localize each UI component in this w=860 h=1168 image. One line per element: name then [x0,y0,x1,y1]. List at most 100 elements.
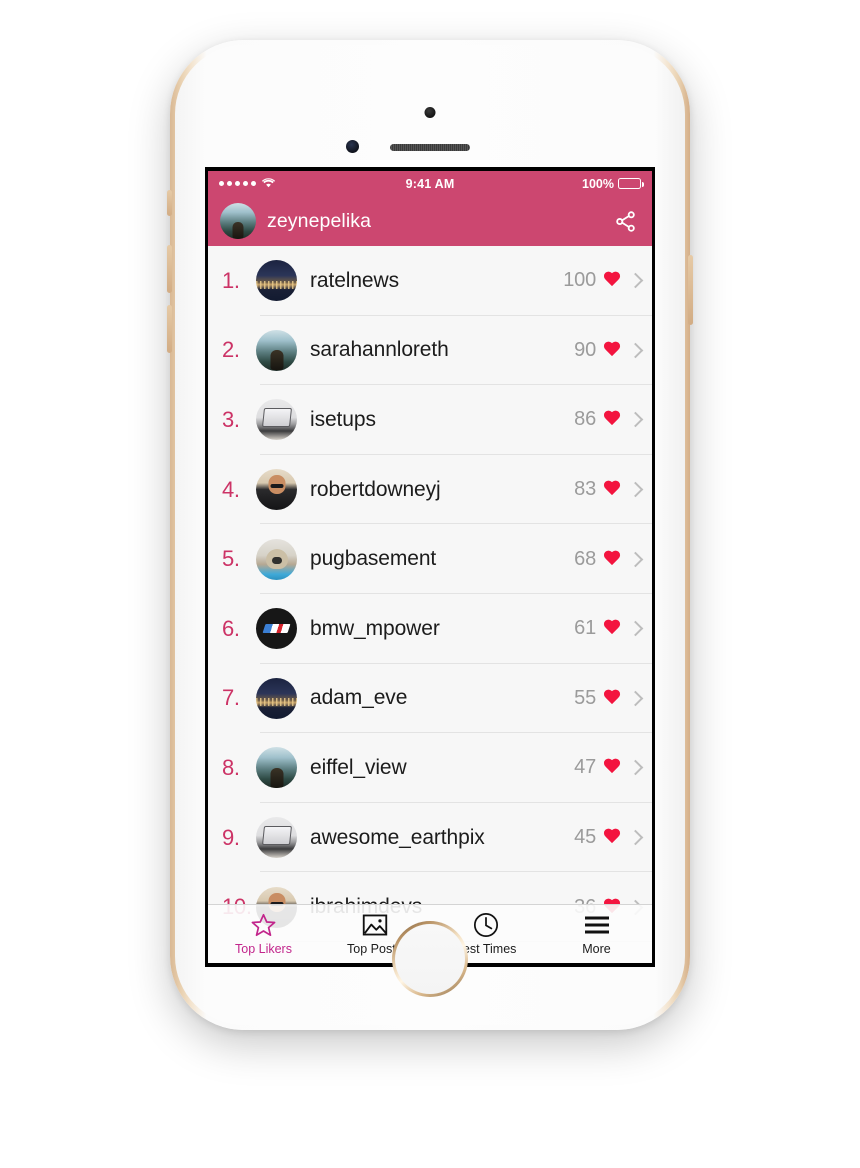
app-header: zeynepelika [208,196,652,246]
battery-icon [618,178,644,189]
username-label: pugbasement [310,547,437,571]
like-count-group: 90 [574,338,644,362]
user-avatar[interactable] [256,677,297,719]
rank-number: 3. [222,406,240,432]
like-count: 47 [574,756,596,779]
list-item[interactable]: 6. bmw_mpower 61 [208,593,652,664]
tab-more[interactable]: More [541,905,652,963]
like-count-group: 55 [574,686,644,710]
list-item[interactable]: 3. isetups 86 [208,385,652,455]
heart-icon [603,829,621,846]
like-count: 68 [574,547,596,570]
rank-number: 2. [222,337,240,363]
like-count: 61 [574,617,596,640]
share-icon[interactable] [610,206,640,236]
tab-label: Top Likers [235,942,292,956]
like-count-group: 100 [563,269,644,292]
username-label: sarahannloreth [310,338,449,362]
signal-strength-icon [219,181,256,186]
list-item[interactable]: 9. awesome_earthpix 45 [208,802,652,873]
list-item[interactable]: 5. pugbasement 68 [208,524,652,594]
proximity-sensor-icon [346,140,359,153]
like-count-group: 47 [574,756,644,779]
list-item[interactable]: 2. sarahannloreth 90 [208,315,652,386]
like-count-group: 83 [574,478,644,501]
like-count: 100 [563,269,596,292]
user-avatar[interactable] [256,817,297,859]
phone-body: 9:41 AM 100% zeynepelika 1. ratelnews 10… [175,45,685,1025]
like-count: 90 [574,338,596,361]
user-avatar[interactable] [256,538,297,580]
rank-number: 1. [222,267,240,293]
like-count-group: 68 [574,547,644,571]
tab-top-likers[interactable]: Top Likers [208,905,319,963]
heart-icon [603,272,621,289]
earpiece-speaker [390,144,470,151]
chevron-right-icon[interactable] [627,342,644,359]
username-label: robertdowneyj [310,477,441,501]
front-camera-icon [424,107,436,118]
chevron-right-icon[interactable] [627,690,644,707]
wifi-icon [261,177,276,191]
like-count-group: 45 [574,826,644,849]
app-screen: 9:41 AM 100% zeynepelika 1. ratelnews 10… [208,171,652,963]
menu-icon [583,912,611,938]
iphone-device: 9:41 AM 100% zeynepelika 1. ratelnews 10… [167,40,693,1030]
chevron-right-icon[interactable] [627,551,644,567]
heart-icon [603,342,621,359]
heart-icon [603,481,621,498]
chevron-right-icon[interactable] [627,273,644,289]
power-button[interactable] [688,255,693,325]
list-item[interactable]: 7. adam_eve 55 [208,663,652,734]
top-likers-list[interactable]: 1. ratelnews 100 2. sarahannloreth 90 3. isetup… [208,246,652,963]
heart-icon [603,690,621,707]
username-label: bmw_mpower [310,616,440,640]
username-label: eiffel_view [310,755,407,779]
username-label: ratelnews [310,268,399,292]
rank-number: 5. [222,546,240,572]
user-avatar[interactable] [256,608,297,650]
rank-number: 7. [222,685,240,711]
username-label: adam_eve [310,686,408,710]
like-count: 83 [574,478,596,501]
header-username: zeynepelika [267,209,372,232]
rank-number: 4. [222,476,240,502]
chevron-right-icon[interactable] [627,412,644,428]
status-bar: 9:41 AM 100% [208,171,652,196]
username-label: isetups [310,407,376,431]
rank-number: 8. [222,754,240,780]
tab-label: More [582,942,611,956]
battery-percent-label: 100% [582,176,614,191]
user-avatar[interactable] [256,469,297,511]
photo-icon [362,912,388,938]
user-avatar[interactable] [256,399,297,441]
chevron-right-icon[interactable] [627,760,644,776]
home-button[interactable] [392,921,468,997]
status-bar-left [219,177,406,191]
like-count-group: 61 [574,617,644,640]
profile-avatar[interactable] [220,203,256,239]
username-label: awesome_earthpix [310,825,485,849]
heart-icon [603,551,621,568]
list-item[interactable]: 8. eiffel_view 47 [208,733,652,803]
list-item[interactable]: 4. robertdowneyj 83 [208,454,652,525]
user-avatar[interactable] [256,747,297,789]
star-icon [250,912,277,938]
heart-icon [603,620,621,637]
like-count-group: 86 [574,408,644,431]
volume-up-button[interactable] [167,245,172,293]
chevron-right-icon[interactable] [627,829,644,846]
chevron-right-icon[interactable] [627,620,644,637]
status-bar-time: 9:41 AM [405,176,455,191]
like-count: 55 [574,686,596,709]
user-avatar[interactable] [256,329,297,371]
user-avatar[interactable] [256,260,297,302]
rank-number: 6. [222,615,240,641]
list-item[interactable]: 1. ratelnews 100 [208,246,652,316]
volume-down-button[interactable] [167,305,172,353]
chevron-right-icon[interactable] [627,481,644,498]
status-bar-right: 100% [454,176,644,191]
clock-icon [473,912,499,938]
silent-switch[interactable] [167,190,172,216]
phone-screen: 9:41 AM 100% zeynepelika 1. ratelnews 10… [205,167,655,967]
